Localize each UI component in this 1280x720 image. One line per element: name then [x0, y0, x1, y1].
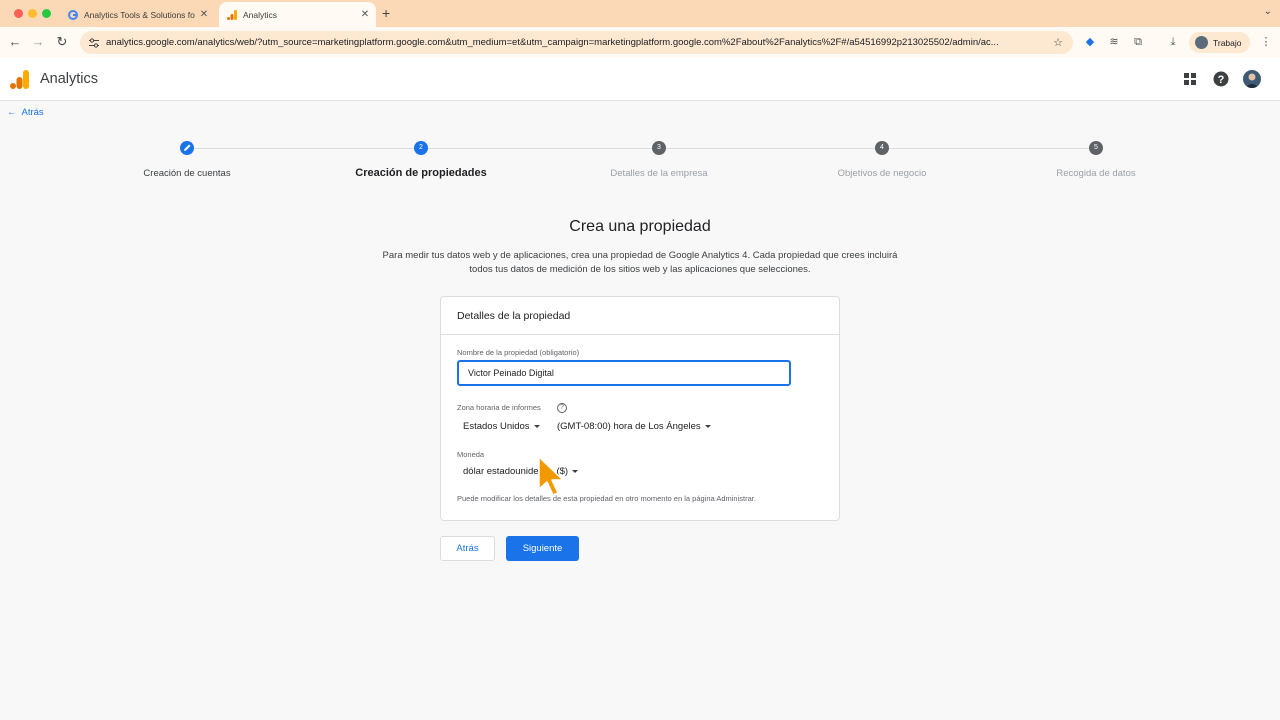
- close-tab-icon[interactable]: ✕: [358, 9, 372, 20]
- extension-icon[interactable]: ≋: [1107, 35, 1121, 49]
- browser-toolbar: ← → ↻ analytics.google.com/analytics/web…: [0, 27, 1280, 58]
- minimize-window-button[interactable]: [28, 9, 37, 18]
- step-5-circle: 5: [1089, 141, 1103, 155]
- timezone-value: (GMT-08:00) hora de Los Ángeles: [557, 421, 701, 432]
- maximize-window-button[interactable]: [42, 9, 51, 18]
- currency-label: Moneda: [457, 450, 485, 459]
- address-bar[interactable]: analytics.google.com/analytics/web/?utm_…: [80, 31, 1073, 54]
- card-title: Detalles de la propiedad: [457, 310, 571, 322]
- page-title: Crea una propiedad: [569, 218, 711, 235]
- step-2-label: Creación de propiedades: [355, 167, 487, 179]
- extension-tag-icon[interactable]: ◆: [1083, 35, 1097, 49]
- property-details-card: Detalles de la propiedad Nombre de la pr…: [440, 296, 840, 521]
- dropdown-caret-icon: [572, 470, 579, 473]
- next-button[interactable]: Siguiente: [506, 536, 579, 561]
- step-4-label: Objetivos de negocio: [837, 168, 927, 179]
- close-tab-icon[interactable]: ✕: [197, 9, 211, 20]
- help-icon[interactable]: ?: [1212, 70, 1230, 88]
- google-icon: [68, 9, 78, 20]
- tab-title: Analytics Tools & Solutions fo: [84, 9, 195, 20]
- app-title: Analytics: [40, 71, 99, 87]
- apps-grid-icon[interactable]: [1181, 70, 1199, 88]
- reload-icon[interactable]: ↻: [53, 33, 71, 51]
- account-avatar[interactable]: [1243, 70, 1261, 88]
- user-avatar-icon: [1245, 73, 1259, 88]
- help-icon[interactable]: ?: [557, 403, 567, 413]
- stepper-connector: [194, 148, 414, 149]
- timezone-select[interactable]: (GMT-08:00) hora de Los Ángeles: [557, 421, 711, 432]
- browser-tab-analytics[interactable]: Analytics ✕: [219, 2, 376, 27]
- step-1-circle: [180, 141, 194, 155]
- mouse-cursor-icon: [538, 456, 564, 496]
- new-tab-icon[interactable]: +: [382, 5, 390, 21]
- footnote-text: Puede modificar los detalles de esta pro…: [457, 494, 756, 503]
- country-value: Estados Unidos: [463, 421, 530, 432]
- browser-tab-google[interactable]: Analytics Tools & Solutions fo ✕: [60, 2, 215, 27]
- chevron-down-icon[interactable]: ⌄: [1264, 6, 1272, 17]
- download-icon[interactable]: ⤓: [1166, 35, 1180, 49]
- intro-text: Para medir tus datos web y de aplicacion…: [382, 250, 898, 275]
- stepper-connector: [428, 148, 652, 149]
- profile-button[interactable]: Trabajo: [1189, 32, 1250, 53]
- puzzle-icon[interactable]: ⧉: [1131, 35, 1145, 49]
- svg-text:?: ?: [1218, 74, 1225, 86]
- back-button[interactable]: Atrás: [440, 536, 495, 561]
- step-2-circle: 2: [414, 141, 428, 155]
- divider: [441, 334, 839, 335]
- country-select[interactable]: Estados Unidos: [463, 421, 540, 432]
- stepper-connector: [666, 148, 875, 149]
- bookmark-star-icon[interactable]: ☆: [1049, 36, 1067, 49]
- back-link[interactable]: ← Atrás: [7, 107, 44, 118]
- avatar: [1195, 36, 1208, 49]
- step-1-label: Creación de cuentas: [143, 168, 231, 179]
- app-header: Analytics ?: [0, 58, 1280, 101]
- arrow-left-icon: ←: [7, 107, 17, 118]
- analytics-icon: [227, 9, 237, 20]
- dropdown-caret-icon: [704, 425, 711, 428]
- timezone-label: Zona horaria de informes: [457, 403, 541, 412]
- step-4-circle: 4: [875, 141, 889, 155]
- more-menu-icon[interactable]: ⋮: [1259, 35, 1273, 49]
- step-5-label: Recogida de datos: [1056, 168, 1136, 179]
- tab-title: Analytics: [243, 9, 278, 20]
- property-name-label: Nombre de la propiedad (obligatorio): [457, 348, 580, 357]
- property-name-input[interactable]: [457, 360, 791, 386]
- pencil-icon: [184, 144, 191, 151]
- site-settings-icon[interactable]: [88, 37, 100, 49]
- analytics-logo-icon: [10, 70, 29, 89]
- back-link-label: Atrás: [21, 107, 44, 118]
- close-window-button[interactable]: [14, 9, 23, 18]
- profile-label: Trabajo: [1213, 37, 1242, 48]
- url-text: analytics.google.com/analytics/web/?utm_…: [106, 37, 999, 48]
- step-3-circle: 3: [652, 141, 666, 155]
- browser-tab-bar: Analytics Tools & Solutions fo ✕ Analyti…: [0, 0, 1280, 27]
- dropdown-caret-icon: [533, 425, 540, 428]
- back-arrow-icon[interactable]: ←: [6, 33, 24, 51]
- stepper-connector: [889, 148, 1089, 149]
- step-3-label: Detalles de la empresa: [610, 168, 708, 179]
- forward-arrow-icon[interactable]: →: [29, 33, 47, 51]
